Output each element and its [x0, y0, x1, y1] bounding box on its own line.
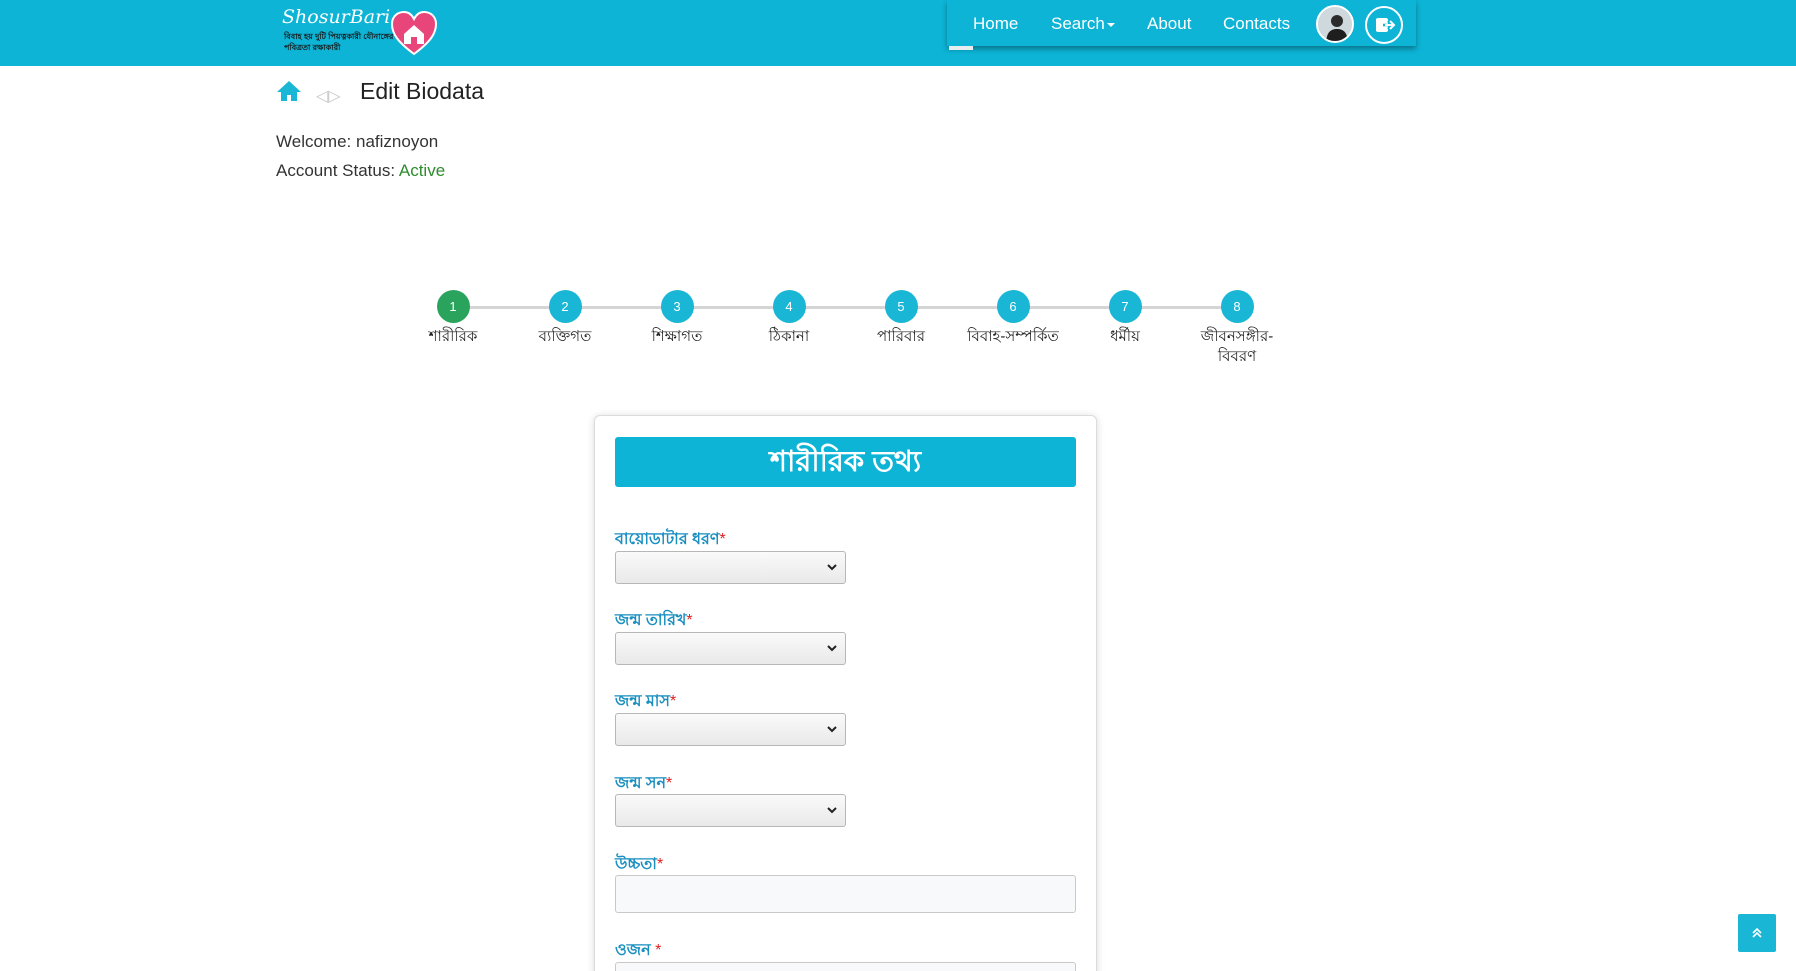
- nav-about[interactable]: About: [1147, 14, 1191, 34]
- step-label: শারীরিক: [428, 328, 478, 345]
- site-logo[interactable]: ShosurBari বিবাহ হয় দুটি পিয়ত্নকারী যৌ…: [282, 6, 442, 56]
- step-number: 8: [1220, 290, 1254, 323]
- step-number: 1: [436, 290, 470, 323]
- step-2[interactable]: 2 ব্যক্তিগত: [510, 290, 620, 347]
- step-3[interactable]: 3 শিক্ষাগত: [622, 290, 732, 347]
- nav-home[interactable]: Home: [973, 14, 1018, 34]
- nav-search[interactable]: Search: [1051, 14, 1115, 34]
- biodata-type-label: বায়োডাটার ধরণ*: [615, 526, 726, 553]
- birth-year-label: জন্ম সন*: [615, 770, 672, 797]
- step-label: ঠিকানা: [768, 328, 810, 345]
- status-badge: Active: [398, 161, 446, 180]
- biodata-form-card: শারীরিক তথ্য বায়োডাটার ধরণ* জন্ম তারিখ*…: [594, 415, 1097, 971]
- required-mark: *: [666, 775, 673, 792]
- required-mark: *: [686, 612, 693, 629]
- step-1[interactable]: 1 শারীরিক: [398, 290, 508, 347]
- required-mark: *: [656, 856, 664, 873]
- nav-contacts[interactable]: Contacts: [1223, 14, 1290, 34]
- label-text: উচ্চতা: [615, 856, 657, 873]
- step-label: ধর্মীয়: [1110, 328, 1140, 345]
- form-heading: শারীরিক তথ্য: [615, 437, 1076, 487]
- biodata-type-select[interactable]: [615, 551, 846, 584]
- nav-search-label: Search: [1051, 14, 1105, 33]
- breadcrumb-separator: ◁▷: [316, 88, 341, 105]
- birth-year-select[interactable]: [615, 794, 846, 827]
- height-input[interactable]: [615, 875, 1076, 913]
- label-text: জন্ম তারিখ: [615, 612, 687, 629]
- user-avatar[interactable]: [1316, 5, 1354, 43]
- top-header: ShosurBari বিবাহ হয় দুটি পিয়ত্নকারী যৌ…: [0, 0, 1796, 66]
- label-text: বায়োডাটার ধরণ: [615, 531, 720, 548]
- logout-button[interactable]: [1365, 6, 1403, 44]
- label-text: জন্ম সন: [615, 775, 666, 792]
- birth-month-label: জন্ম মাস*: [615, 688, 676, 715]
- page-title: Edit Biodata: [360, 78, 485, 104]
- chevron-down-icon: [827, 645, 837, 652]
- welcome-line: Welcome: nafiznoyon: [276, 132, 438, 152]
- weight-label: ওজন *: [615, 937, 661, 964]
- height-label: উচ্চতা*: [615, 851, 663, 878]
- step-label: পারিবার: [876, 328, 926, 345]
- chevron-up-icon: [1752, 927, 1762, 938]
- step-number: 5: [884, 290, 918, 323]
- logo-tagline: বিবাহ হয় দুটি পিয়ত্নকারী যৌনাঙ্গের পবি…: [284, 32, 394, 52]
- step-label: ব্যক্তিগত: [538, 328, 592, 345]
- logo-name: ShosurBari: [282, 6, 391, 28]
- step-label: জীবনসঙ্গীর-বিবরণ: [1200, 328, 1274, 365]
- step-8[interactable]: 8 জীবনসঙ্গীর-বিবরণ: [1182, 290, 1292, 367]
- account-status-line: Account Status: Active: [276, 161, 445, 181]
- label-text: জন্ম মাস: [615, 693, 670, 710]
- step-label: বিবাহ-সম্পর্কিত: [967, 328, 1059, 345]
- birth-month-select[interactable]: [615, 713, 846, 746]
- step-4[interactable]: 4 ঠিকানা: [734, 290, 844, 347]
- step-number: 3: [660, 290, 694, 323]
- required-mark: *: [719, 531, 726, 548]
- step-number: 7: [1108, 290, 1142, 323]
- home-icon[interactable]: [276, 80, 302, 102]
- step-number: 6: [996, 290, 1030, 323]
- logout-icon: [1376, 18, 1396, 32]
- step-5[interactable]: 5 পারিবার: [846, 290, 956, 347]
- scroll-top-button[interactable]: [1738, 914, 1776, 952]
- required-mark: *: [669, 693, 677, 710]
- weight-input[interactable]: [615, 962, 1076, 971]
- welcome-username: nafiznoyon: [356, 132, 439, 151]
- step-number: 4: [772, 290, 806, 323]
- caret-down-icon: [1106, 22, 1115, 27]
- step-label: শিক্ষাগত: [651, 328, 703, 345]
- required-mark: *: [655, 942, 662, 959]
- step-6[interactable]: 6 বিবাহ-সম্পর্কিত: [958, 290, 1068, 347]
- step-7[interactable]: 7 ধর্মীয়: [1070, 290, 1180, 347]
- page: ShosurBari বিবাহ হয় দুটি পিয়ত্নকারী যৌ…: [0, 0, 1796, 971]
- chevron-down-icon: [827, 726, 837, 733]
- birth-day-label: জন্ম তারিখ*: [615, 607, 693, 634]
- status-label: Account Status:: [276, 161, 396, 180]
- chevron-down-icon: [827, 807, 837, 814]
- welcome-label: Welcome:: [276, 132, 352, 151]
- nav-active-indicator: [949, 46, 973, 50]
- birth-day-select[interactable]: [615, 632, 846, 665]
- chevron-down-icon: [827, 564, 837, 571]
- heart-house-icon: [390, 10, 438, 56]
- label-text: ওজন: [615, 942, 656, 959]
- step-number: 2: [548, 290, 582, 323]
